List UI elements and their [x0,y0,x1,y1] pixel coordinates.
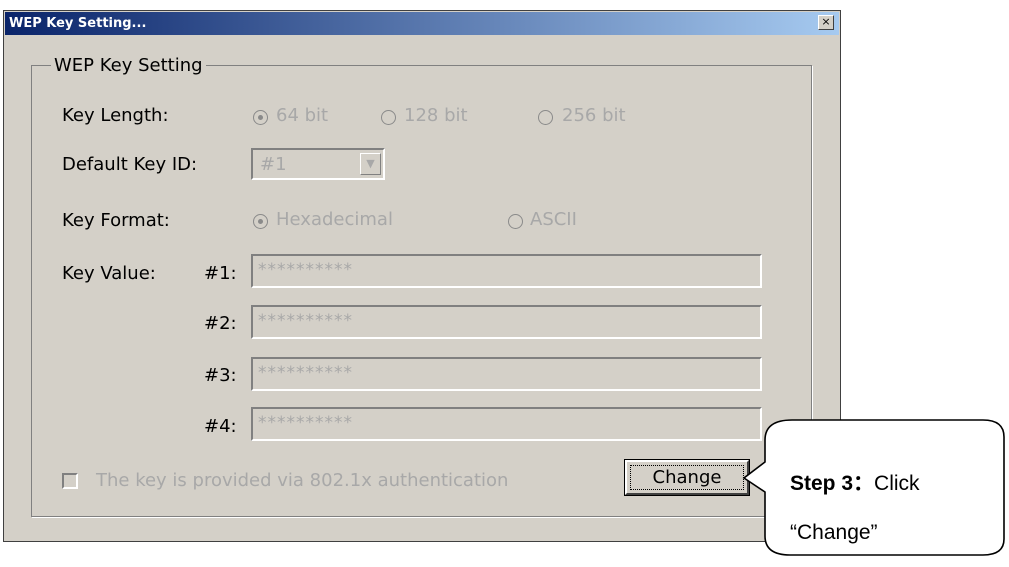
callout-step-label: Step 3 [790,472,854,495]
callout-separator: ： [853,472,875,495]
callout-target-text: “Change” [790,521,878,544]
callout-action: Click [874,472,920,495]
callout-step-text: Step 3：Click [790,467,920,497]
